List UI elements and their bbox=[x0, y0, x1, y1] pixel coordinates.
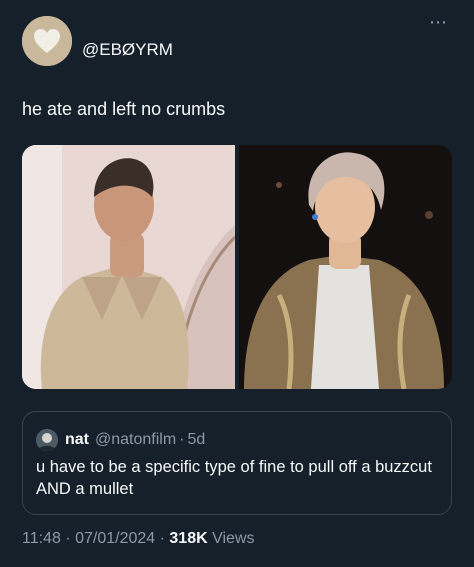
media-photo-left[interactable] bbox=[22, 145, 235, 389]
quote-age[interactable]: 5d bbox=[188, 431, 206, 449]
views-count[interactable]: 318K bbox=[169, 530, 207, 547]
quote-author-name[interactable]: nat bbox=[65, 431, 89, 449]
quote-avatar-image bbox=[36, 429, 58, 451]
tweet-time[interactable]: 11:48 bbox=[22, 530, 61, 547]
heart-avatar-icon bbox=[22, 16, 72, 66]
quoted-tweet[interactable]: nat @natonfilm · 5d u have to be a speci… bbox=[22, 411, 452, 515]
meta-separator: · bbox=[65, 530, 71, 547]
tweet-media bbox=[22, 145, 452, 389]
tweet-text: he ate and left no crumbs bbox=[22, 99, 226, 119]
quote-separator: · bbox=[179, 431, 185, 448]
media-photo-right[interactable] bbox=[239, 145, 452, 389]
avatar[interactable] bbox=[22, 16, 72, 66]
tweet-date[interactable]: 07/01/2024 bbox=[75, 530, 155, 547]
more-options-icon[interactable]: ⋯ bbox=[429, 12, 448, 33]
quote-author-handle[interactable]: @natonfilm bbox=[95, 431, 176, 449]
author-handle[interactable]: @EBØYRM bbox=[82, 40, 173, 60]
quote-header: nat @natonfilm · 5d bbox=[36, 429, 205, 451]
quote-text: u have to be a specific type of fine to … bbox=[36, 458, 432, 498]
views-label: Views bbox=[212, 530, 255, 547]
quote-avatar[interactable] bbox=[36, 429, 58, 451]
meta-separator: · bbox=[159, 530, 165, 547]
tweet-meta: 11:48 · 07/01/2024 · 318K Views bbox=[22, 530, 255, 548]
